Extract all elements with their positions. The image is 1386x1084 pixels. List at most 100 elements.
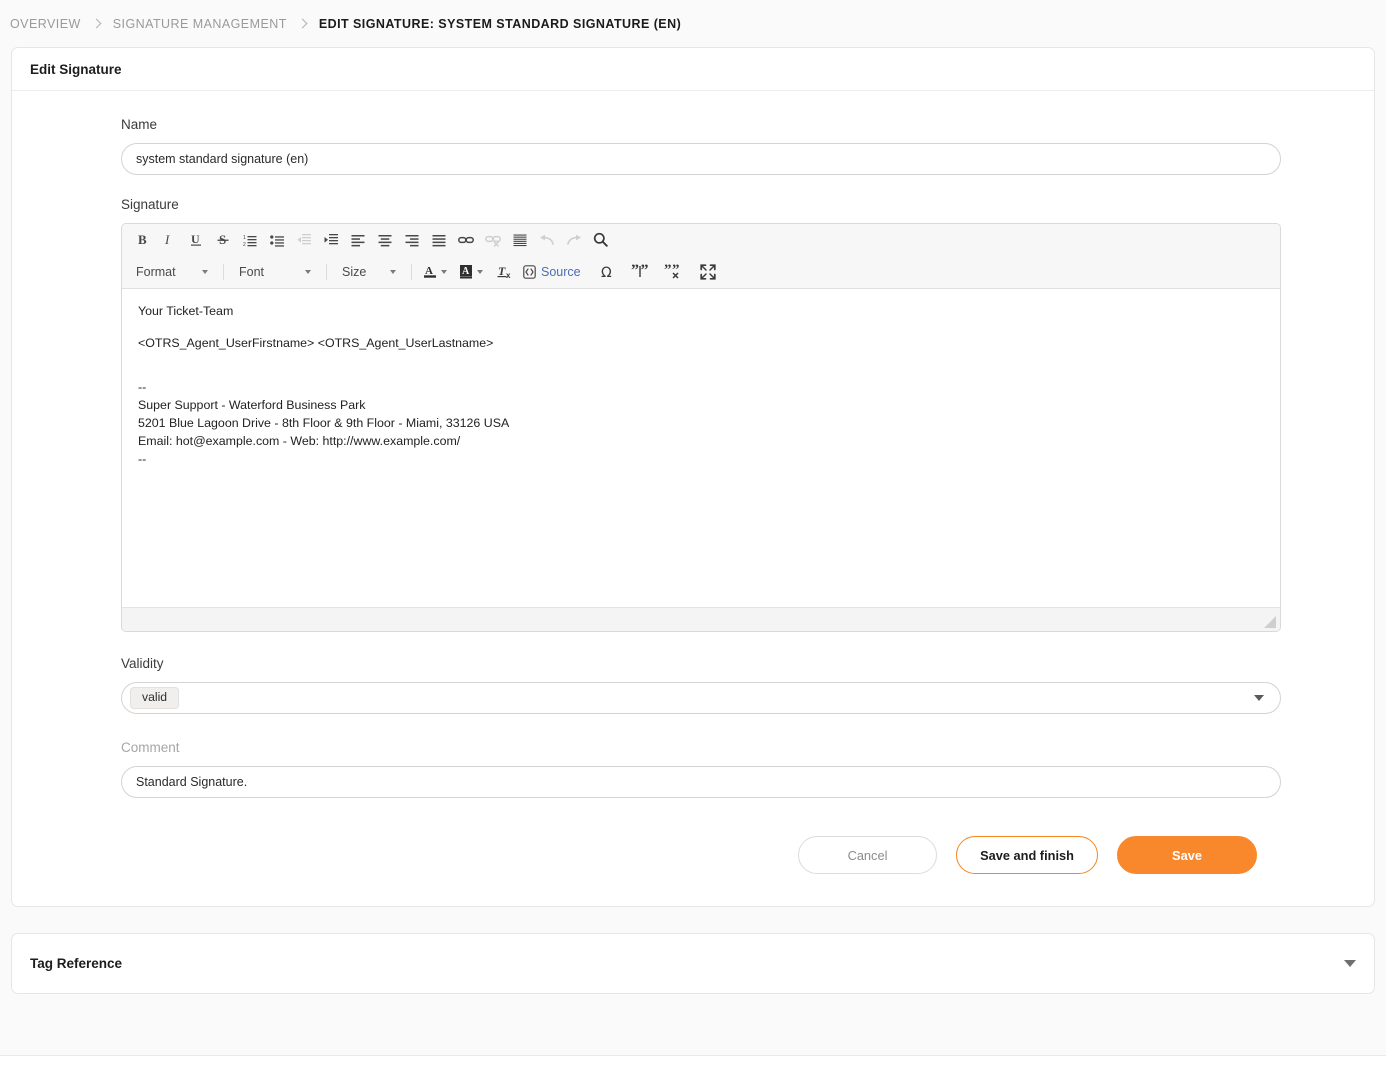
rich-text-editor: B I U S: [121, 223, 1281, 632]
indent-icon[interactable]: [317, 227, 344, 252]
chevron-down-icon: [305, 270, 311, 274]
chevron-down-icon[interactable]: [441, 270, 447, 274]
toolbar-divider: [326, 264, 327, 280]
special-character-icon[interactable]: Ω: [594, 259, 621, 284]
bulleted-list-icon[interactable]: [263, 227, 290, 252]
align-left-icon[interactable]: [344, 227, 371, 252]
chevron-down-icon: [1254, 695, 1264, 701]
signature-line-4: Super Support - Waterford Business Park: [138, 397, 1264, 415]
signature-line-3: --: [138, 379, 1264, 397]
svg-text:U: U: [191, 233, 200, 246]
comment-input[interactable]: [121, 766, 1281, 798]
chevron-down-icon: [202, 270, 208, 274]
name-label: Name: [121, 117, 1274, 132]
breadcrumb-item-signature-management[interactable]: SIGNATURE MANAGEMENT: [113, 17, 287, 31]
breadcrumb-item-overview[interactable]: OVERVIEW: [10, 17, 81, 31]
source-button[interactable]: Source: [518, 260, 586, 284]
justify-icon[interactable]: [425, 227, 452, 252]
align-right-icon[interactable]: [398, 227, 425, 252]
strikethrough-icon[interactable]: S: [209, 227, 236, 252]
signature-line-5: 5201 Blue Lagoon Drive - 8th Floor & 9th…: [138, 415, 1264, 433]
svg-text:A: A: [425, 265, 433, 277]
signature-line-6: Email: hot@example.com - Web: http://www…: [138, 433, 1264, 451]
editor-toolbar: B I U S: [122, 224, 1280, 289]
redo-icon: [560, 227, 587, 252]
editor-toolbar-row-2: Format Font Size: [122, 255, 1280, 288]
tag-reference-title: Tag Reference: [30, 956, 122, 971]
underline-icon[interactable]: U: [182, 227, 209, 252]
tag-reference-header[interactable]: Tag Reference: [12, 934, 1374, 993]
chevron-down-icon: [390, 270, 396, 274]
cancel-button[interactable]: Cancel: [798, 836, 937, 874]
font-dropdown-label: Font: [239, 265, 278, 279]
text-color-icon[interactable]: A: [419, 259, 441, 284]
tag-reference-card[interactable]: Tag Reference: [11, 933, 1375, 994]
svg-text:”: ”: [664, 264, 672, 278]
breadcrumb-item-current: EDIT SIGNATURE: SYSTEM STANDARD SIGNATUR…: [319, 17, 681, 31]
remove-quote-icon[interactable]: ” ”: [660, 259, 687, 284]
signature-line-7: --: [138, 451, 1264, 469]
toolbar-divider: [411, 264, 412, 280]
editor-footer: [122, 607, 1280, 631]
card-header: Edit Signature: [12, 48, 1374, 91]
svg-text:1: 1: [243, 235, 246, 241]
bold-icon[interactable]: B: [128, 227, 155, 252]
signature-field-group: Signature B I: [121, 197, 1274, 632]
signature-editor-body[interactable]: Your Ticket-Team <OTRS_Agent_UserFirstna…: [122, 289, 1280, 607]
signature-form: Name Signature B: [12, 91, 1374, 798]
link-icon[interactable]: [452, 227, 479, 252]
source-icon: [523, 265, 536, 279]
comment-label: Comment: [121, 740, 1274, 755]
resize-handle-icon[interactable]: [1263, 615, 1277, 629]
horizontal-rule-icon[interactable]: [506, 227, 533, 252]
page-root: OVERVIEW SIGNATURE MANAGEMENT EDIT SIGNA…: [0, 0, 1386, 1084]
chevron-down-icon[interactable]: [477, 270, 483, 274]
outdent-icon: [290, 227, 317, 252]
remove-format-icon[interactable]: T x: [491, 259, 518, 284]
unlink-icon: [479, 227, 506, 252]
breadcrumb: OVERVIEW SIGNATURE MANAGEMENT EDIT SIGNA…: [0, 0, 1386, 47]
format-dropdown-label: Format: [136, 265, 190, 279]
signature-line-2: <OTRS_Agent_UserFirstname> <OTRS_Agent_U…: [138, 335, 1264, 353]
validity-selected-value: valid: [130, 687, 179, 708]
edit-signature-card: Edit Signature Name Signature: [11, 47, 1375, 907]
background-color-icon[interactable]: A: [455, 259, 477, 284]
size-dropdown[interactable]: Size: [334, 260, 404, 284]
save-button[interactable]: Save: [1117, 836, 1257, 874]
toolbar-divider: [223, 264, 224, 280]
size-dropdown-label: Size: [342, 265, 380, 279]
svg-text:B: B: [138, 233, 147, 247]
font-dropdown[interactable]: Font: [231, 260, 319, 284]
italic-icon[interactable]: I: [155, 227, 182, 252]
signature-line-1: Your Ticket-Team: [138, 303, 1264, 321]
chevron-down-icon[interactable]: [1344, 960, 1356, 967]
form-actions: Cancel Save and finish Save: [12, 798, 1374, 906]
numbered-list-icon[interactable]: 1 2: [236, 227, 263, 252]
insert-quote-icon[interactable]: ” ”: [627, 259, 654, 284]
name-input[interactable]: [121, 143, 1281, 175]
footer-area: [0, 1056, 1386, 1084]
svg-text:I: I: [164, 233, 170, 247]
maximize-icon[interactable]: [695, 259, 722, 284]
validity-label: Validity: [121, 656, 1274, 671]
svg-text:T: T: [498, 264, 506, 278]
chevron-right-icon: [298, 19, 308, 29]
svg-text:x: x: [506, 271, 511, 279]
svg-text:A: A: [462, 266, 470, 277]
align-center-icon[interactable]: [371, 227, 398, 252]
svg-text:”: ”: [631, 264, 639, 279]
format-dropdown[interactable]: Format: [128, 260, 216, 284]
svg-text:Ω: Ω: [601, 265, 612, 280]
save-and-finish-button[interactable]: Save and finish: [956, 836, 1098, 874]
source-label: Source: [541, 265, 581, 279]
card-body: Name Signature B: [12, 91, 1374, 906]
svg-text:2: 2: [243, 242, 246, 247]
chevron-right-icon: [92, 19, 102, 29]
editor-toolbar-row-1: B I U S: [122, 224, 1280, 255]
validity-select[interactable]: valid: [121, 682, 1281, 714]
name-field-group: Name: [121, 117, 1274, 175]
spacer: [138, 367, 1264, 379]
svg-text:”: ”: [641, 264, 649, 279]
find-icon[interactable]: [587, 227, 614, 252]
validity-field-group: Validity valid: [121, 656, 1274, 714]
